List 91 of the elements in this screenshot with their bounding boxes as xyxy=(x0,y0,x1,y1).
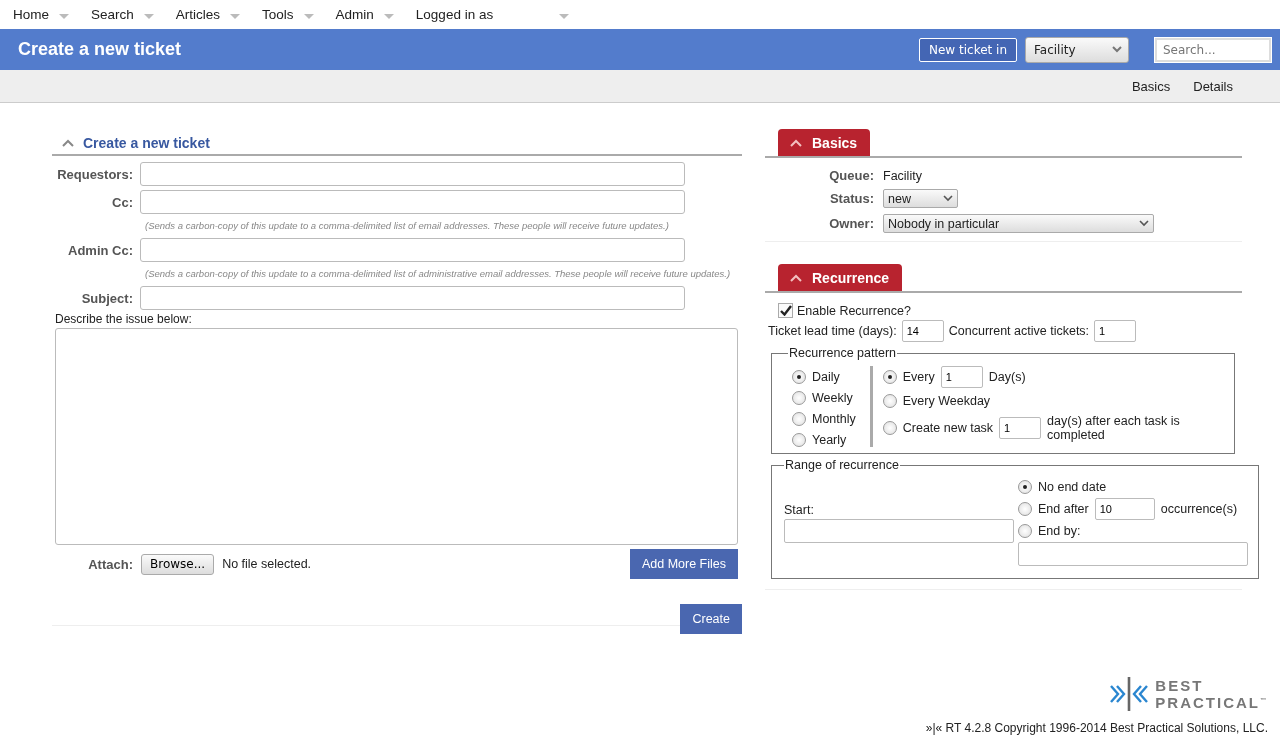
chevron-icon xyxy=(943,195,953,202)
chevron-icon xyxy=(1139,220,1149,227)
queue-select[interactable]: Facility xyxy=(1025,36,1129,63)
radio-button[interactable] xyxy=(792,391,806,405)
file-status: No file selected. xyxy=(222,557,313,571)
copyright-text: »|« RT 4.2.8 Copyright 1996-2014 Best Practical Solutions, LLC. xyxy=(925,721,1268,735)
text-field[interactable] xyxy=(140,190,685,214)
subnav-link[interactable]: Details xyxy=(1193,78,1233,94)
menu-item[interactable]: Search xyxy=(91,7,154,22)
menu-item[interactable]: Tools xyxy=(262,7,314,22)
status-select[interactable]: new xyxy=(883,189,958,208)
field-label: Ticket lead time (days): xyxy=(768,324,897,338)
new-ticket-button[interactable]: New ticket in xyxy=(919,37,1017,62)
owner-select[interactable]: Nobody in particular xyxy=(883,214,1154,233)
caret-icon xyxy=(303,13,314,20)
field-hint: (Sends a carbon-copy of this update to a comma-delimited list of administrative email addresses. These people will receive future updates.) xyxy=(145,267,732,281)
create-button[interactable]: Create xyxy=(680,604,742,634)
field-hint: (Sends a carbon-copy of this update to a comma-delimited list of email addresses. These people will receive future updates.) xyxy=(145,219,670,233)
radio-label-suffix: day(s) after each task is completed xyxy=(1047,414,1181,442)
lead-time-field[interactable]: 14 xyxy=(901,320,944,342)
radio-label: Monthly xyxy=(812,412,856,426)
radio-button[interactable] xyxy=(792,370,806,384)
radio-label: Weekly xyxy=(812,391,853,405)
menu-item[interactable]: Admin xyxy=(335,7,394,22)
end-date-field[interactable] xyxy=(1018,542,1248,566)
logo-mark-icon xyxy=(1109,677,1150,711)
field-label: Start: xyxy=(784,503,815,517)
radio-button[interactable] xyxy=(882,394,897,408)
radio-label-suffix: occurrence(s) xyxy=(1160,502,1238,516)
page-title: Create a new ticket xyxy=(18,39,182,60)
occurrences-field[interactable]: 10 xyxy=(1094,498,1155,520)
group-legend: Recurrence pattern xyxy=(788,346,897,360)
caret-icon xyxy=(59,13,69,20)
search-field[interactable]: Search... xyxy=(1155,37,1271,62)
caret-icon xyxy=(559,13,570,20)
collapse-icon[interactable] xyxy=(790,139,802,147)
radio-label: Yearly xyxy=(812,433,847,447)
text-field[interactable] xyxy=(140,238,685,262)
concurrent-tickets-field[interactable]: 1 xyxy=(1094,320,1137,342)
attach-label: Attach: xyxy=(87,556,133,572)
radio-button[interactable] xyxy=(1018,524,1032,538)
description-field[interactable] xyxy=(55,328,738,545)
radio-label: End after xyxy=(1038,502,1089,516)
radio-button[interactable] xyxy=(1018,480,1032,494)
menu-item[interactable]: Home xyxy=(13,7,69,22)
radio-label: Daily xyxy=(812,370,840,384)
logo-text: PRACTICAL$^{™}$ xyxy=(1155,693,1268,710)
menu-item[interactable]: Articles xyxy=(175,7,241,22)
number-field[interactable]: 1 xyxy=(999,417,1042,439)
start-date-field[interactable] xyxy=(784,519,1014,543)
radio-button[interactable] xyxy=(882,421,897,435)
checkbox-label: Enable Recurrence? xyxy=(797,303,911,318)
radio-label-suffix: Day(s) xyxy=(988,370,1026,384)
radio-button[interactable] xyxy=(882,370,897,384)
panel-title: Basics xyxy=(812,135,858,151)
caret-icon xyxy=(383,13,394,20)
add-files-button[interactable]: Add More Files xyxy=(629,549,738,579)
caret-icon xyxy=(230,13,241,20)
number-field[interactable]: 1 xyxy=(940,366,983,388)
radio-label: No end date xyxy=(1038,480,1107,494)
group-legend: Range of recurrence xyxy=(784,458,900,472)
field-label: Queue: xyxy=(828,168,874,183)
browse-button[interactable]: Browse... xyxy=(141,553,215,575)
field-label: Requestors: xyxy=(56,166,133,182)
radio-label: End by: xyxy=(1038,524,1081,538)
field-label: Subject: xyxy=(80,290,133,306)
radio-button[interactable] xyxy=(1018,502,1032,516)
field-label: Status: xyxy=(828,191,874,206)
checkbox[interactable] xyxy=(778,303,793,318)
radio-label: Every xyxy=(902,370,935,384)
radio-button[interactable] xyxy=(792,433,806,447)
panel-title: Recurrence xyxy=(812,270,890,286)
panel-title: Create a new ticket xyxy=(83,135,210,151)
field-label: Admin Cc: xyxy=(67,242,133,258)
collapse-icon[interactable] xyxy=(790,274,802,282)
field-label: Owner: xyxy=(828,216,874,231)
text-field[interactable] xyxy=(140,286,685,310)
text-field[interactable] xyxy=(140,162,685,186)
menu-item[interactable]: Logged in as xyxy=(415,7,570,22)
collapse-icon[interactable] xyxy=(62,139,74,147)
radio-label: Create new task xyxy=(902,421,994,435)
queue-value: Facility xyxy=(883,168,923,183)
caret-icon xyxy=(143,13,154,20)
chevron-icon xyxy=(1112,46,1122,53)
description-label: Describe the issue below: xyxy=(55,312,193,326)
radio-button[interactable] xyxy=(792,412,806,426)
field-label: Cc: xyxy=(111,194,133,210)
field-label: Concurrent active tickets: xyxy=(948,324,1090,338)
subnav-link[interactable]: Basics xyxy=(1131,78,1171,94)
radio-label: Every Weekday xyxy=(902,394,991,408)
logo-text: BEST xyxy=(1155,678,1205,693)
